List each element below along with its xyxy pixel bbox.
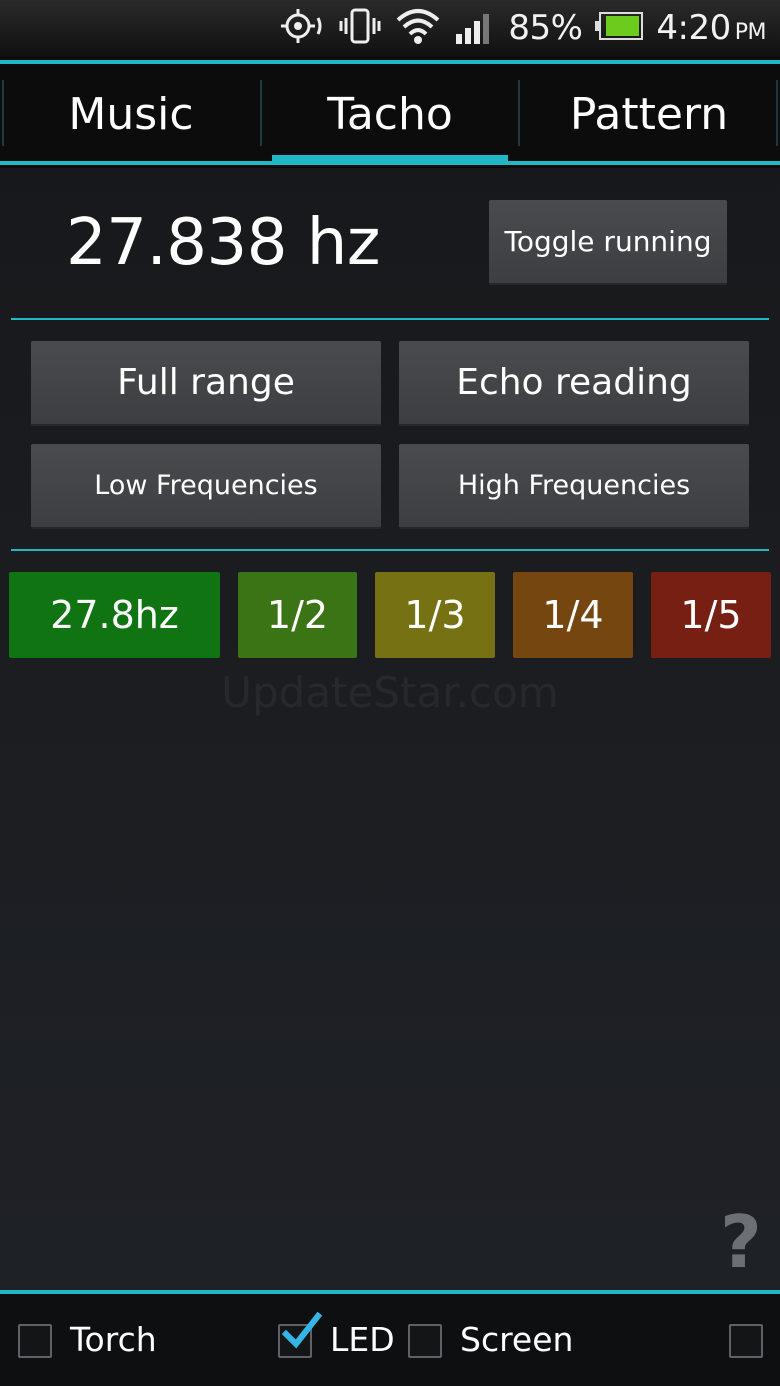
- high-frequencies-button[interactable]: High Frequencies: [399, 444, 749, 529]
- harmonic-button-third[interactable]: 1/3: [375, 572, 495, 658]
- frequency-readout: 27.838 hz: [66, 206, 380, 280]
- active-tab-indicator: [272, 155, 508, 163]
- tab-music[interactable]: Music: [0, 68, 262, 161]
- wifi-icon: [394, 6, 442, 50]
- vibrate-icon: [338, 6, 382, 50]
- harmonic-button-quarter[interactable]: 1/4: [513, 572, 633, 658]
- tab-bar-top-line: [0, 60, 780, 64]
- watermark: UpdateStar.com: [221, 668, 559, 717]
- tab-separator: [776, 80, 778, 146]
- tab-pattern[interactable]: Pattern: [518, 68, 780, 161]
- tab-tacho[interactable]: Tacho: [262, 68, 518, 161]
- status-bar: 85% 4:20 PM: [0, 0, 780, 56]
- clock-ampm: PM: [734, 20, 767, 45]
- help-button[interactable]: ?: [720, 1200, 762, 1284]
- low-frequencies-button[interactable]: Low Frequencies: [31, 444, 381, 529]
- torch-checkbox[interactable]: [18, 1324, 52, 1358]
- harmonic-button-half[interactable]: 1/2: [238, 572, 357, 658]
- battery-icon: [594, 11, 644, 45]
- screen-label: Screen: [460, 1320, 574, 1359]
- harmonic-button-base[interactable]: 27.8hz: [9, 572, 220, 658]
- screen-checkbox[interactable]: [408, 1324, 442, 1358]
- battery-percent: 85%: [508, 8, 583, 48]
- tab-bar: Music Tacho Pattern: [0, 56, 780, 168]
- gps-icon: [280, 6, 326, 50]
- extra-checkbox[interactable]: [729, 1324, 763, 1358]
- clock-time: 4:20: [656, 8, 731, 48]
- full-range-button[interactable]: Full range: [31, 341, 381, 426]
- check-icon: [281, 1311, 323, 1349]
- divider: [11, 549, 769, 551]
- led-label: LED: [330, 1320, 395, 1359]
- torch-label: Torch: [70, 1320, 157, 1359]
- toggle-running-button[interactable]: Toggle running: [489, 200, 727, 285]
- divider: [11, 318, 769, 320]
- harmonic-button-fifth[interactable]: 1/5: [651, 572, 771, 658]
- app-screen: 85% 4:20 PM Music Tacho Pattern 27.838 hz…: [0, 0, 780, 1386]
- clock: 4:20 PM: [656, 8, 766, 48]
- echo-reading-button[interactable]: Echo reading: [399, 341, 749, 426]
- signal-icon: [454, 6, 496, 50]
- bottom-bar-line: [0, 1290, 780, 1294]
